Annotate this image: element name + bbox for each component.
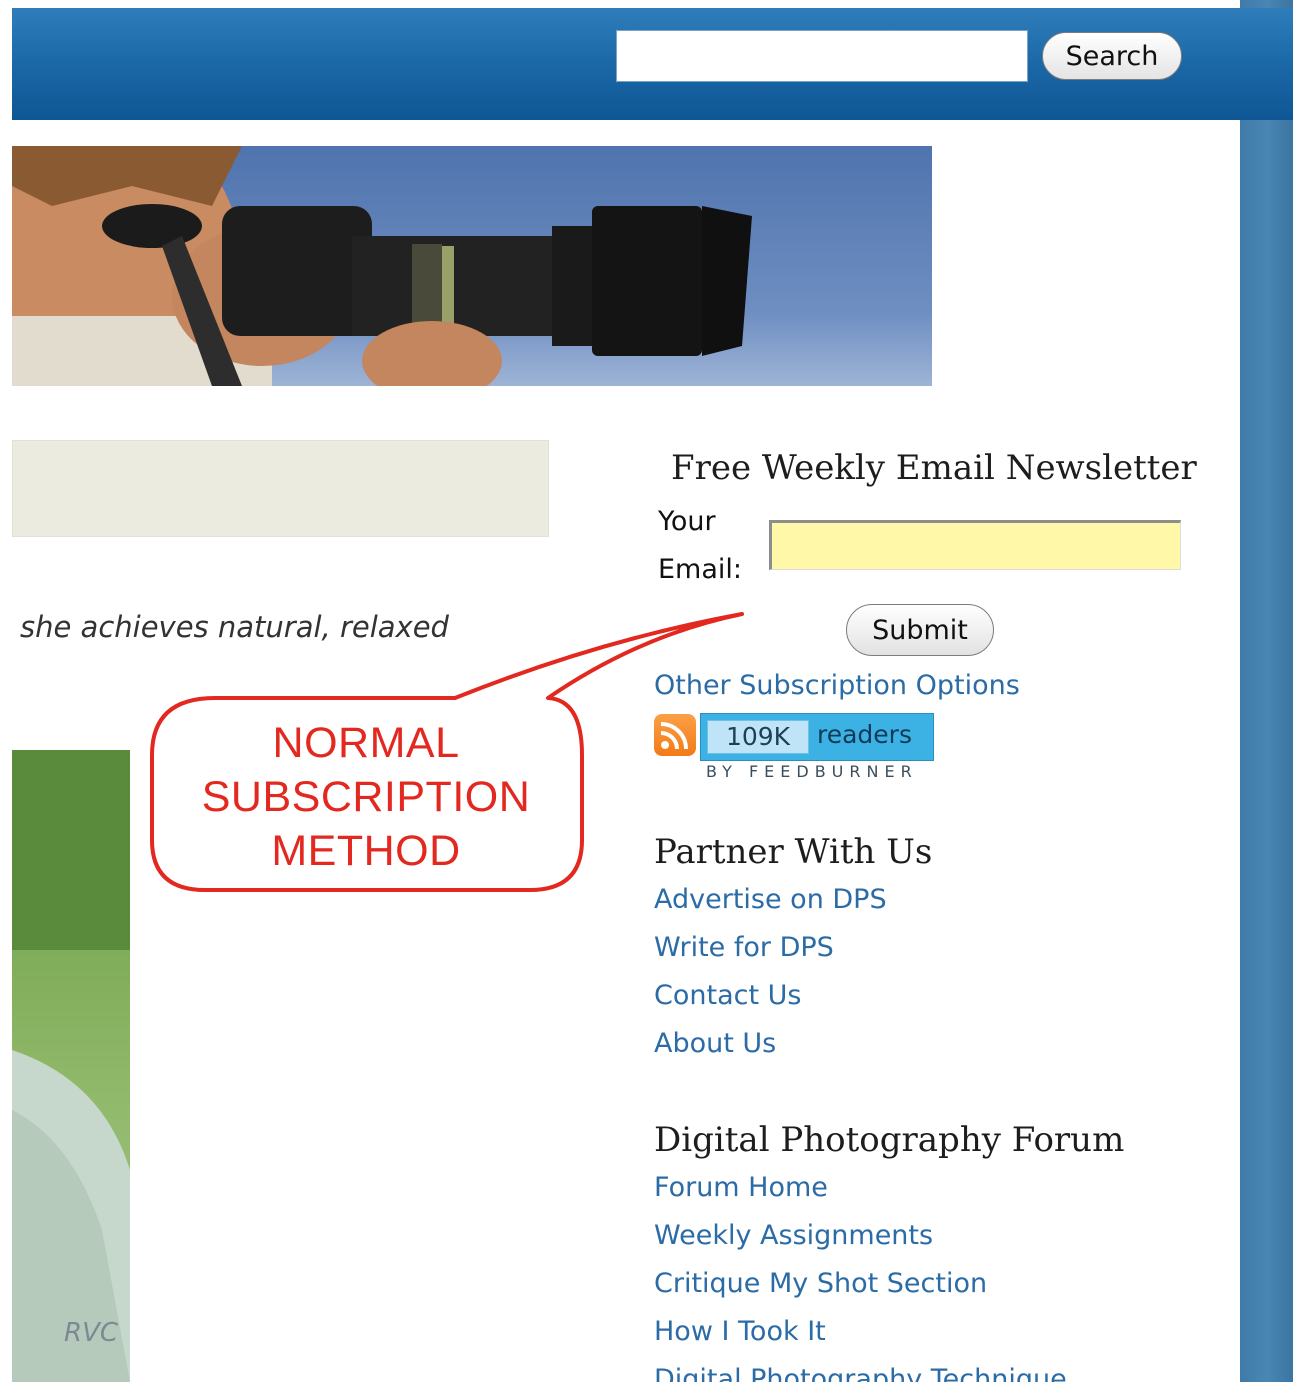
how-i-took-it-link[interactable]: How I Took It — [654, 1316, 826, 1347]
rss-glyph — [660, 722, 688, 750]
rss-icon[interactable] — [654, 714, 696, 756]
submit-button[interactable]: Submit — [846, 604, 994, 656]
partner-heading: Partner With Us — [654, 832, 933, 872]
email-label-line1: Your — [658, 506, 716, 537]
annotation-callout-bubble — [150, 612, 744, 892]
forum-heading: Digital Photography Forum — [654, 1120, 1125, 1160]
forum-link-clip: Digital Photography Technique — [654, 1364, 1240, 1382]
email-field[interactable] — [769, 520, 1181, 570]
feedburner-count: 109K — [707, 720, 809, 754]
photography-technique-link[interactable]: Digital Photography Technique — [654, 1364, 1067, 1382]
write-for-dps-link[interactable]: Write for DPS — [654, 932, 834, 963]
callout-line-2: SUBSCRIPTION — [201, 773, 531, 821]
critique-my-shot-link[interactable]: Critique My Shot Section — [654, 1268, 987, 1299]
feedburner-byline: BY FEEDBURNER — [706, 762, 918, 781]
about-us-link[interactable]: About Us — [654, 1028, 776, 1059]
advertise-link[interactable]: Advertise on DPS — [654, 884, 887, 915]
email-label-line2: Email: — [658, 554, 743, 585]
callout-line-3: METHOD — [271, 827, 461, 875]
newsletter-heading: Free Weekly Email Newsletter — [671, 448, 1197, 488]
weekly-assignments-link[interactable]: Weekly Assignments — [654, 1220, 933, 1251]
other-subscription-options-link[interactable]: Other Subscription Options — [654, 670, 1020, 701]
annotation-callout-text: NORMAL SUBSCRIPTION METHOD — [150, 716, 582, 878]
feedburner-badge[interactable]: 109K readers — [700, 713, 934, 761]
callout-line-1: NORMAL — [272, 719, 460, 767]
feedburner-readers-label: readers — [817, 720, 912, 749]
contact-us-link[interactable]: Contact Us — [654, 980, 801, 1011]
forum-home-link[interactable]: Forum Home — [654, 1172, 828, 1203]
